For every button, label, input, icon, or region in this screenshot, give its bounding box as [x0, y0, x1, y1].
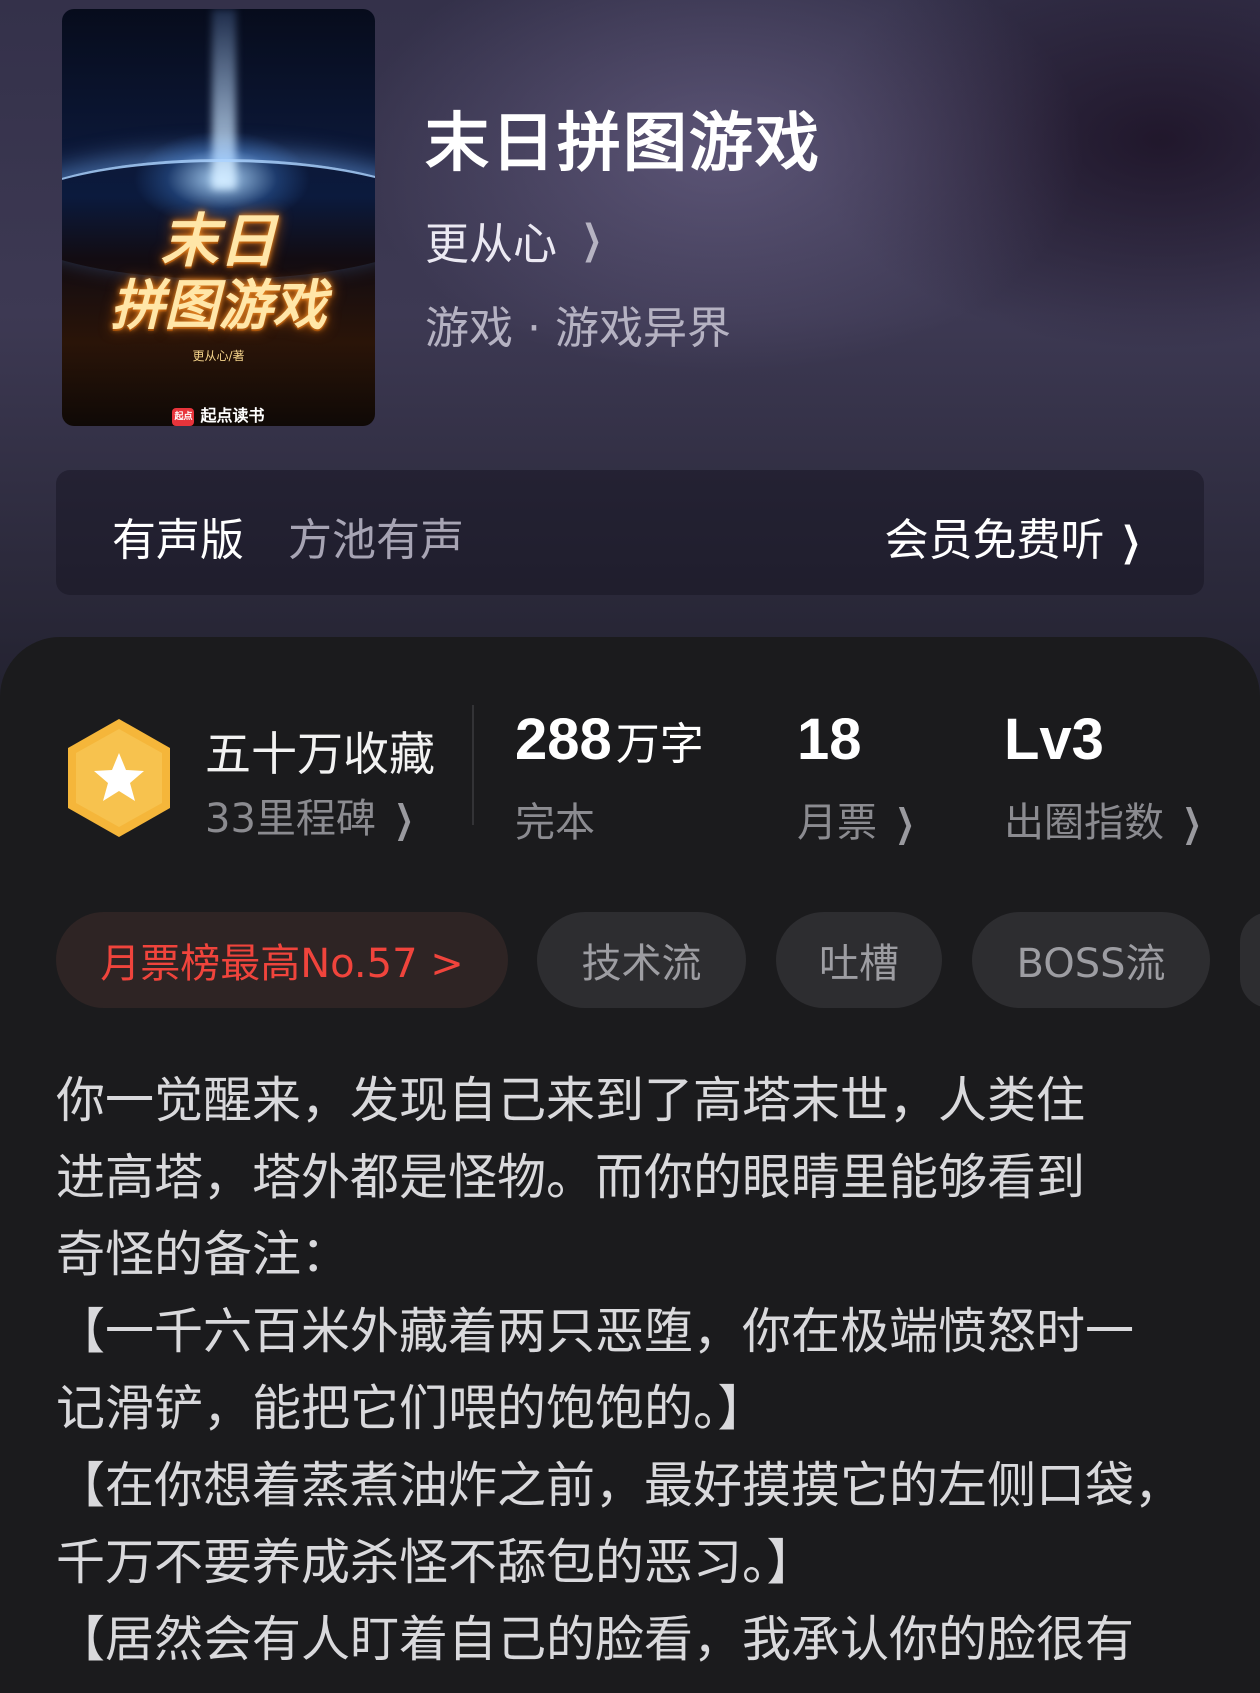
synopsis-line: 进高塔，塔外都是怪物。而你的眼睛里能够看到: [56, 1149, 1086, 1206]
book-synopsis[interactable]: 你一觉醒来，发现自己来到了高塔末世，人类住 进高塔，塔外都是怪物。而你的眼睛里能…: [56, 1062, 1206, 1678]
audiobook-narrator: 方池有声: [288, 515, 464, 566]
cover-title-line2: 拼图游戏: [110, 273, 327, 337]
monthly-votes-label: 月票: [797, 800, 877, 846]
word-count-value: 288: [515, 707, 612, 772]
audiobook-bar[interactable]: 有声版 方池有声 会员免费听 ❯: [56, 470, 1204, 595]
author-name: 更从心: [425, 219, 557, 270]
favorites-milestone-title[interactable]: 五十万收藏: [205, 718, 435, 784]
chevron-right-icon: ❯: [895, 801, 915, 845]
tag-boss[interactable]: BOSS流: [972, 912, 1210, 1008]
synopsis-line: 记滑铲，能把它们喂的饱饱的。】: [56, 1380, 767, 1437]
chevron-right-icon: ❯: [394, 797, 414, 841]
synopsis-line: 【居然会有人盯着自己的脸看，我承认你的脸很有: [56, 1611, 1135, 1668]
synopsis-line: 【在你想着蒸煮油炸之前，最好摸摸它的左侧口袋，: [56, 1457, 1184, 1514]
cover-author-credit: 更从心/著: [192, 349, 245, 363]
stats-divider: [472, 705, 474, 825]
influence-level[interactable]: Lv3: [1004, 706, 1104, 773]
chevron-right-icon: ❯: [581, 217, 602, 263]
milestone-link[interactable]: 33里程碑 ❯: [205, 786, 420, 844]
chevron-right-icon: ❯: [1121, 519, 1142, 565]
tag-technical[interactable]: 技术流: [537, 912, 746, 1008]
influence-index-link[interactable]: 出圈指数 ❯: [1004, 790, 1208, 848]
milestone-count: 33里程碑: [205, 796, 376, 842]
synopsis-line: 【一千六百米外藏着两只恶堕，你在极端愤怒时一: [56, 1303, 1135, 1360]
monthly-votes-value[interactable]: 18: [797, 706, 862, 773]
word-count-unit: 万字: [615, 720, 704, 769]
book-cover[interactable]: 末日 拼图游戏 更从心/著 起点 起点读书: [62, 9, 375, 426]
book-header: 末日 拼图游戏 更从心/著 起点 起点读书 末日拼图游戏 更从心 ❯ 游戏 · 游…: [0, 0, 1260, 700]
synopsis-line: 千万不要养成杀怪不舔包的恶习。】: [56, 1534, 816, 1591]
monthly-ranking-tag[interactable]: 月票榜最高No.57 >: [56, 912, 508, 1008]
tag-roast[interactable]: 吐槽: [776, 912, 942, 1008]
synopsis-line: 你一觉醒来，发现自己来到了高塔末世，人类住: [56, 1072, 1086, 1129]
book-genre[interactable]: 游戏 · 游戏异界: [425, 292, 731, 356]
influence-index-label: 出圈指数: [1004, 800, 1164, 846]
completion-status: 完本: [515, 800, 595, 846]
star-hexagon-icon[interactable]: [64, 717, 174, 839]
member-free-listen-label: 会员免费听: [884, 515, 1105, 566]
publisher-name: 起点读书: [200, 406, 265, 425]
monthly-votes-link[interactable]: 月票 ❯: [797, 790, 921, 848]
word-count: 288万字: [515, 706, 704, 773]
cover-title-art: 末日 拼图游戏: [62, 209, 375, 337]
author-link[interactable]: 更从心 ❯: [425, 208, 609, 272]
member-free-listen-button[interactable]: 会员免费听 ❯: [884, 504, 1148, 568]
synopsis-line: 奇怪的备注：: [56, 1226, 351, 1283]
audiobook-label: 有声版: [112, 515, 244, 566]
chevron-right-icon: ❯: [1182, 801, 1202, 845]
book-title: 末日拼图游戏: [425, 106, 821, 181]
cover-title-line1: 末日: [160, 207, 277, 275]
cover-publisher: 起点 起点读书: [62, 402, 375, 426]
publisher-logo-icon: 起点: [172, 407, 195, 426]
